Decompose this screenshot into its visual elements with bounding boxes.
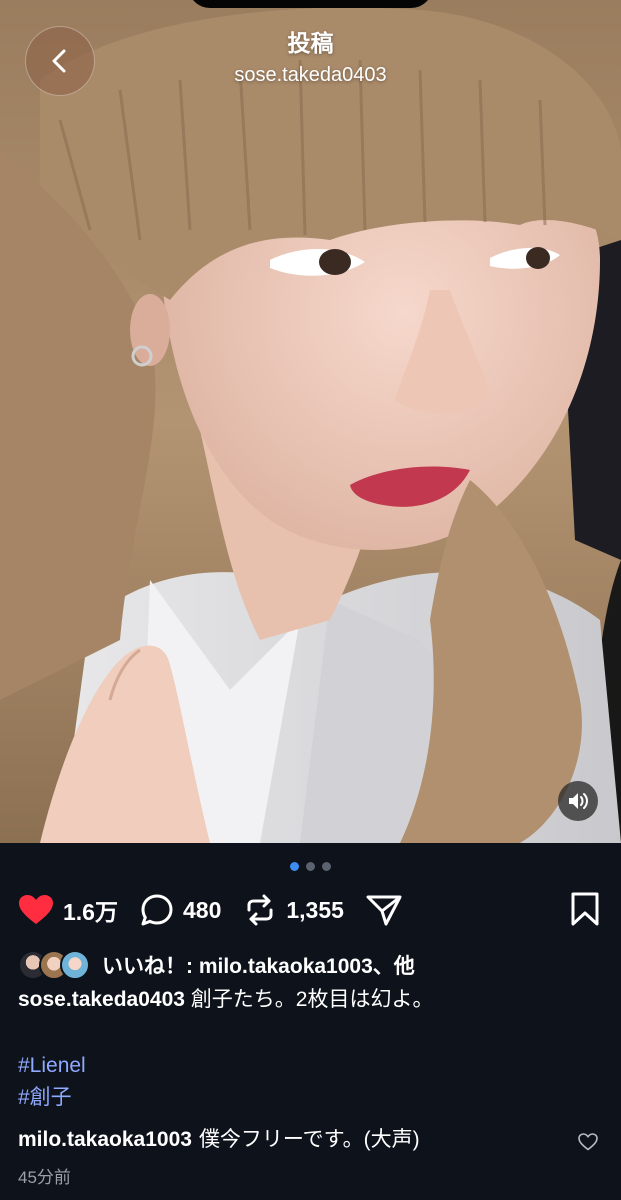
sound-button[interactable]	[558, 781, 598, 821]
post-caption: sose.takeda0403 創子たち。2枚目は幻よ。	[18, 985, 608, 1015]
bookmark-button[interactable]	[570, 892, 600, 931]
comment-button[interactable]: 480	[140, 893, 221, 927]
bookmark-icon	[571, 892, 599, 926]
caption-text: 創子たち。2枚目は幻よ。	[190, 988, 434, 1011]
post-header: 投稿 sose.takeda0403	[0, 28, 621, 90]
comment-username[interactable]: milo.takaoka1003	[18, 1125, 192, 1155]
post-timestamp: 45分前	[18, 1168, 71, 1187]
post-screen: 投稿 sose.takeda0403 1.6万 480 1,355 いいね！: …	[0, 0, 621, 1200]
like-button[interactable]: 1.6万	[18, 893, 118, 927]
page-title: 投稿	[287, 30, 334, 56]
carousel-dot-1	[290, 862, 299, 871]
share-button[interactable]	[366, 893, 402, 927]
heart-outline-icon	[578, 1133, 598, 1151]
repost-button[interactable]: 1,355	[243, 893, 344, 927]
action-bar: 1.6万 480 1,355	[18, 888, 608, 932]
send-paper-plane-icon	[366, 895, 402, 926]
comment-count: 480	[182, 896, 222, 923]
carousel-dot-2	[306, 862, 315, 871]
comment-like-button[interactable]	[578, 1130, 598, 1160]
like-count: 1.6万	[63, 899, 118, 925]
liked-by-avatars	[18, 950, 90, 980]
repost-count: 1,355	[286, 896, 344, 923]
liked-by-text: いいね！: milo.takaoka1003、他	[102, 955, 415, 978]
post-photo-illustration	[0, 0, 621, 843]
header-username[interactable]: sose.takeda0403	[0, 60, 621, 90]
caption-username[interactable]: sose.takeda0403	[18, 988, 185, 1011]
hashtag-list: #Lienel #創子	[18, 1050, 86, 1114]
heart-filled-icon	[19, 895, 53, 924]
avatar	[60, 950, 90, 980]
speaker-icon	[569, 793, 588, 809]
device-notch	[188, 0, 433, 8]
carousel-dot-3	[322, 862, 331, 871]
post-photo[interactable]: 投稿 sose.takeda0403	[0, 0, 621, 843]
hashtag-link[interactable]: #Lienel	[18, 1050, 86, 1082]
comment-text: 僕今フリーです。(大声)	[198, 1128, 420, 1151]
repost-icon	[247, 894, 273, 926]
carousel-indicator	[0, 862, 621, 871]
comment-preview: milo.takaoka1003 僕今フリーです。(大声)	[18, 1124, 608, 1156]
liked-by-row[interactable]: いいね！: milo.takaoka1003、他	[18, 950, 608, 980]
comment-bubble-icon	[141, 894, 173, 926]
hashtag-link[interactable]: #創子	[18, 1082, 86, 1114]
